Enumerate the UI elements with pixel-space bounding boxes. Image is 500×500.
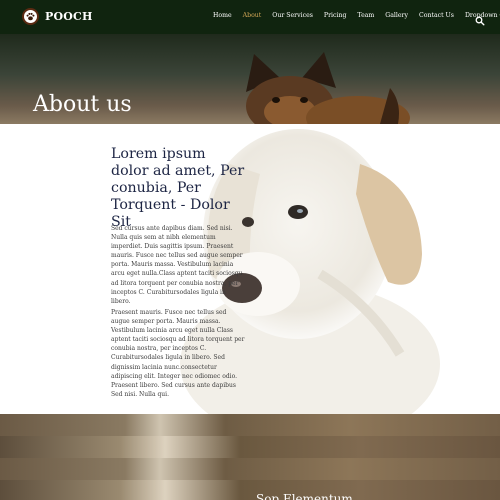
nav-item-team[interactable]: Team [357, 12, 374, 19]
section-heading: Lorem ipsum dolor ad amet, Per conubia, … [111, 146, 245, 230]
strip-band-1 [0, 414, 500, 436]
hero-banner: About us [0, 34, 500, 124]
hero-dog-image [246, 52, 410, 124]
nav-item-home[interactable]: Home [213, 12, 232, 19]
nav-item-our-services[interactable]: Our Services [272, 12, 313, 19]
nav-item-contact-us[interactable]: Contact Us [419, 12, 454, 19]
search-icon[interactable] [475, 11, 485, 26]
brand-name: POOCH [45, 10, 93, 23]
section-title-partial: Sop Elementum [256, 492, 353, 500]
nav-item-pricing[interactable]: Pricing [324, 12, 347, 19]
main-nav: Home About Our Services Pricing Team Gal… [213, 12, 500, 19]
page-title: About us [33, 92, 132, 117]
bottom-image-strip: Sop Elementum [0, 414, 500, 500]
nav-item-about[interactable]: About [243, 12, 262, 19]
brand-logo-link[interactable]: POOCH [22, 8, 93, 25]
top-navbar: POOCH Home About Our Services Pricing Te… [0, 0, 500, 34]
body-paragraph-1: Sed cursus ante dapibus diam. Sed nisi. … [111, 225, 243, 305]
body-paragraph-2: Praesent mauris. Fusce nec tellus sed au… [111, 309, 245, 398]
paw-icon [22, 8, 39, 25]
strip-band-2 [0, 436, 500, 458]
nav-item-gallery[interactable]: Gallery [385, 12, 408, 19]
strip-band-3 [0, 458, 500, 480]
about-section: Lorem ipsum dolor ad amet, Per conubia, … [0, 124, 500, 414]
strip-band-4 [0, 480, 500, 500]
